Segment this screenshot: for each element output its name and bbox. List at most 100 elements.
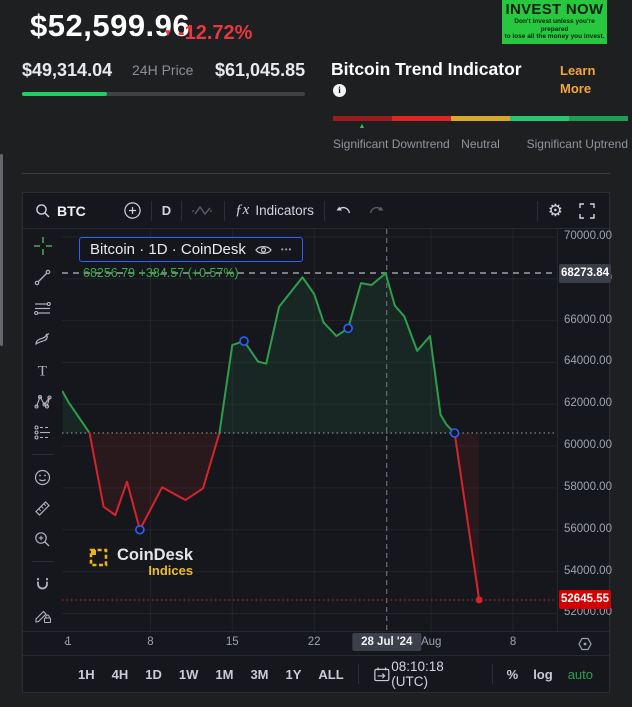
price-axis[interactable]: 70000.0068000.0066000.0064000.0062000.00… [557,229,609,631]
text-tool-button[interactable]: T [32,361,54,379]
trend-segment-3 [510,116,569,121]
range-button-1m[interactable]: 1M [215,667,233,682]
more-options-icon[interactable]: ••• [281,245,292,254]
price-change-percent: -12.72% [178,22,253,45]
range-button-3m[interactable]: 3M [250,667,268,682]
indicators-label: Indicators [255,203,314,218]
gear-icon: ⚙ [548,201,563,221]
go-to-date-icon[interactable] [373,666,392,683]
price-axis-label: 58000.00 [564,481,612,493]
crosshair-icon [34,237,52,255]
log-scale-button[interactable]: log [533,667,553,682]
smiley-icon [34,469,51,486]
price-axis-label: 54000.00 [564,565,612,577]
chart-footer: 1H 4H 1D 1W 1M 3M 1Y ALL 08:10:18 (UTC) % log a… [23,655,609,692]
fx-icon: ƒx [235,202,249,219]
brush-tool-button[interactable] [32,330,54,348]
time-axis-label: 8 [510,636,516,648]
legend-title: Bitcoin · 1D · CoinDesk [90,241,246,258]
invest-now-title: INVEST NOW [504,1,605,18]
auto-scale-button[interactable]: auto [568,667,593,682]
symbol-search-button[interactable]: BTC [35,203,86,219]
footer-divider [492,664,493,684]
tools-divider [32,454,54,455]
crosshair-tool-button[interactable] [32,237,54,255]
fib-retracement-tool-button[interactable] [32,299,54,317]
24h-low-price: $49,314.04 [22,60,112,81]
price-header: $52,599.96 ▼ -12.72% INVEST NOW Don't in… [0,0,632,192]
trend-segment-1 [392,116,451,121]
trend-segment-0 [333,116,392,121]
trend-indicator-title: Bitcoin Trend Indicator [331,59,522,80]
chart-settings-button[interactable]: ⚙ [548,201,563,221]
down-triangle-icon: ▼ [163,28,173,39]
signal-marker [451,429,459,437]
header-divider [22,173,610,174]
time-axis-label: Aug [421,636,441,648]
trend-line-tool-button[interactable] [32,268,54,286]
fullscreen-icon [579,203,595,219]
plus-circle-icon [124,202,141,219]
price-axis-label: 66000.00 [564,314,612,326]
range-button-1w[interactable]: 1W [179,667,199,682]
area-up [219,273,454,433]
time-axis[interactable]: ‹ 181522Aug828 Jul '24 [23,631,609,655]
24h-price-label: 24H Price [132,62,193,78]
toolbar-divider [324,201,325,221]
watermark-coindesk: CoinDesk [117,547,193,564]
last-price-dot [476,596,483,603]
xabcd-pattern-icon [34,393,52,410]
position-tool-button[interactable] [32,423,54,441]
search-icon [35,203,51,219]
ohlc-readout: 68256.79 +384.57 (+0.57%) [83,266,239,280]
range-button-all[interactable]: ALL [318,667,343,682]
percent-scale-button[interactable]: % [507,667,519,682]
trading-chart-panel: BTC D ƒx Indicators ⚙ [22,192,610,693]
info-icon[interactable]: i [333,84,346,97]
magnet-tool-button[interactable] [32,575,54,593]
toolbar-divider [151,201,152,221]
line-style-icon [192,204,214,218]
clock-utc[interactable]: 08:10:18 (UTC) [391,659,477,689]
chart-style-button[interactable] [192,204,214,218]
toolbar-divider [224,201,225,221]
eye-icon[interactable] [255,244,272,256]
redo-button[interactable] [367,204,385,218]
interval-button[interactable]: D [162,203,171,218]
symbol-legend[interactable]: Bitcoin · 1D · CoinDesk ••• [79,237,303,262]
lock-drawings-tool-button[interactable] [32,606,54,624]
symbol-label: BTC [57,203,86,219]
indicators-button[interactable]: ƒx Indicators [235,202,314,219]
signal-marker [240,337,248,345]
invest-warning-line1: Don't invest unless you're prepared [504,18,605,33]
fullscreen-button[interactable] [579,203,595,219]
axis-settings-icon[interactable] [577,636,593,652]
compare-add-button[interactable] [124,202,141,219]
measure-tool-button[interactable] [32,499,54,517]
range-button-4h[interactable]: 4H [112,667,129,682]
coindesk-watermark: CoinDesk Indices [88,547,193,578]
trend-line-icon [34,269,51,286]
ruler-icon [34,500,51,517]
learn-more-link[interactable]: Learn More [560,62,595,98]
range-selector: 1H 4H 1D 1W 1M 3M 1Y ALL [78,667,344,682]
invest-now-banner[interactable]: INVEST NOW Don't invest unless you're pr… [502,0,607,44]
trend-label-downtrend: Significant Downtrend [333,137,450,151]
price-axis-label: 70000.00 [564,230,612,242]
range-button-1h[interactable]: 1H [78,667,95,682]
price-axis-label: 64000.00 [564,355,612,367]
range-button-1d[interactable]: 1D [145,667,162,682]
crosshair-date-label: 28 Jul '24 [352,633,421,651]
price-axis-label: 62000.00 [564,397,612,409]
time-axis-label: 8 [147,636,153,648]
range-button-1y[interactable]: 1Y [286,667,302,682]
undo-button[interactable] [335,204,353,218]
redo-icon [367,204,385,218]
emoji-tool-button[interactable] [32,468,54,486]
chart-plot-area[interactable]: Bitcoin · 1D · CoinDesk ••• 68256.79 +38… [62,229,557,631]
long-position-icon [34,424,51,441]
zoom-in-tool-button[interactable] [32,530,54,548]
xabcd-pattern-tool-button[interactable] [32,392,54,410]
coindesk-logo-icon [88,547,110,569]
signal-marker [344,324,352,332]
